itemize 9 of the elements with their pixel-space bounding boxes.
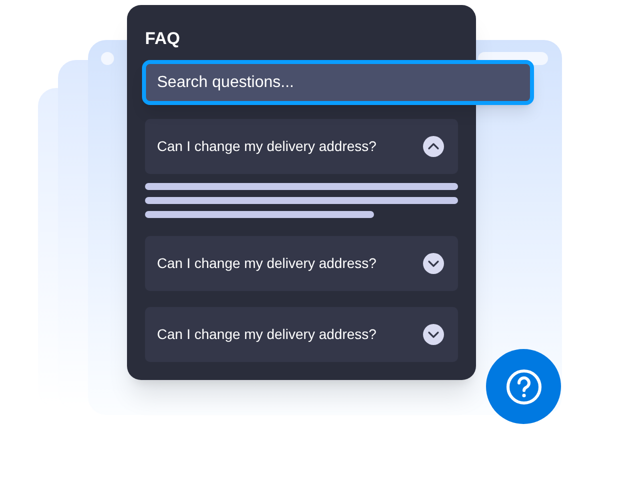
question-text: Can I change my delivery address? (157, 254, 376, 273)
question-row[interactable]: Can I change my delivery address? (145, 307, 458, 362)
search-field[interactable]: Search questions... (142, 60, 534, 105)
question-row[interactable]: Can I change my delivery address? (145, 236, 458, 291)
question-row[interactable]: Can I change my delivery address? (145, 119, 458, 174)
panel-title: FAQ (145, 29, 180, 49)
question-icon (506, 368, 542, 404)
question-text: Can I change my delivery address? (157, 137, 376, 156)
question-text: Can I change my delivery address? (157, 325, 376, 344)
